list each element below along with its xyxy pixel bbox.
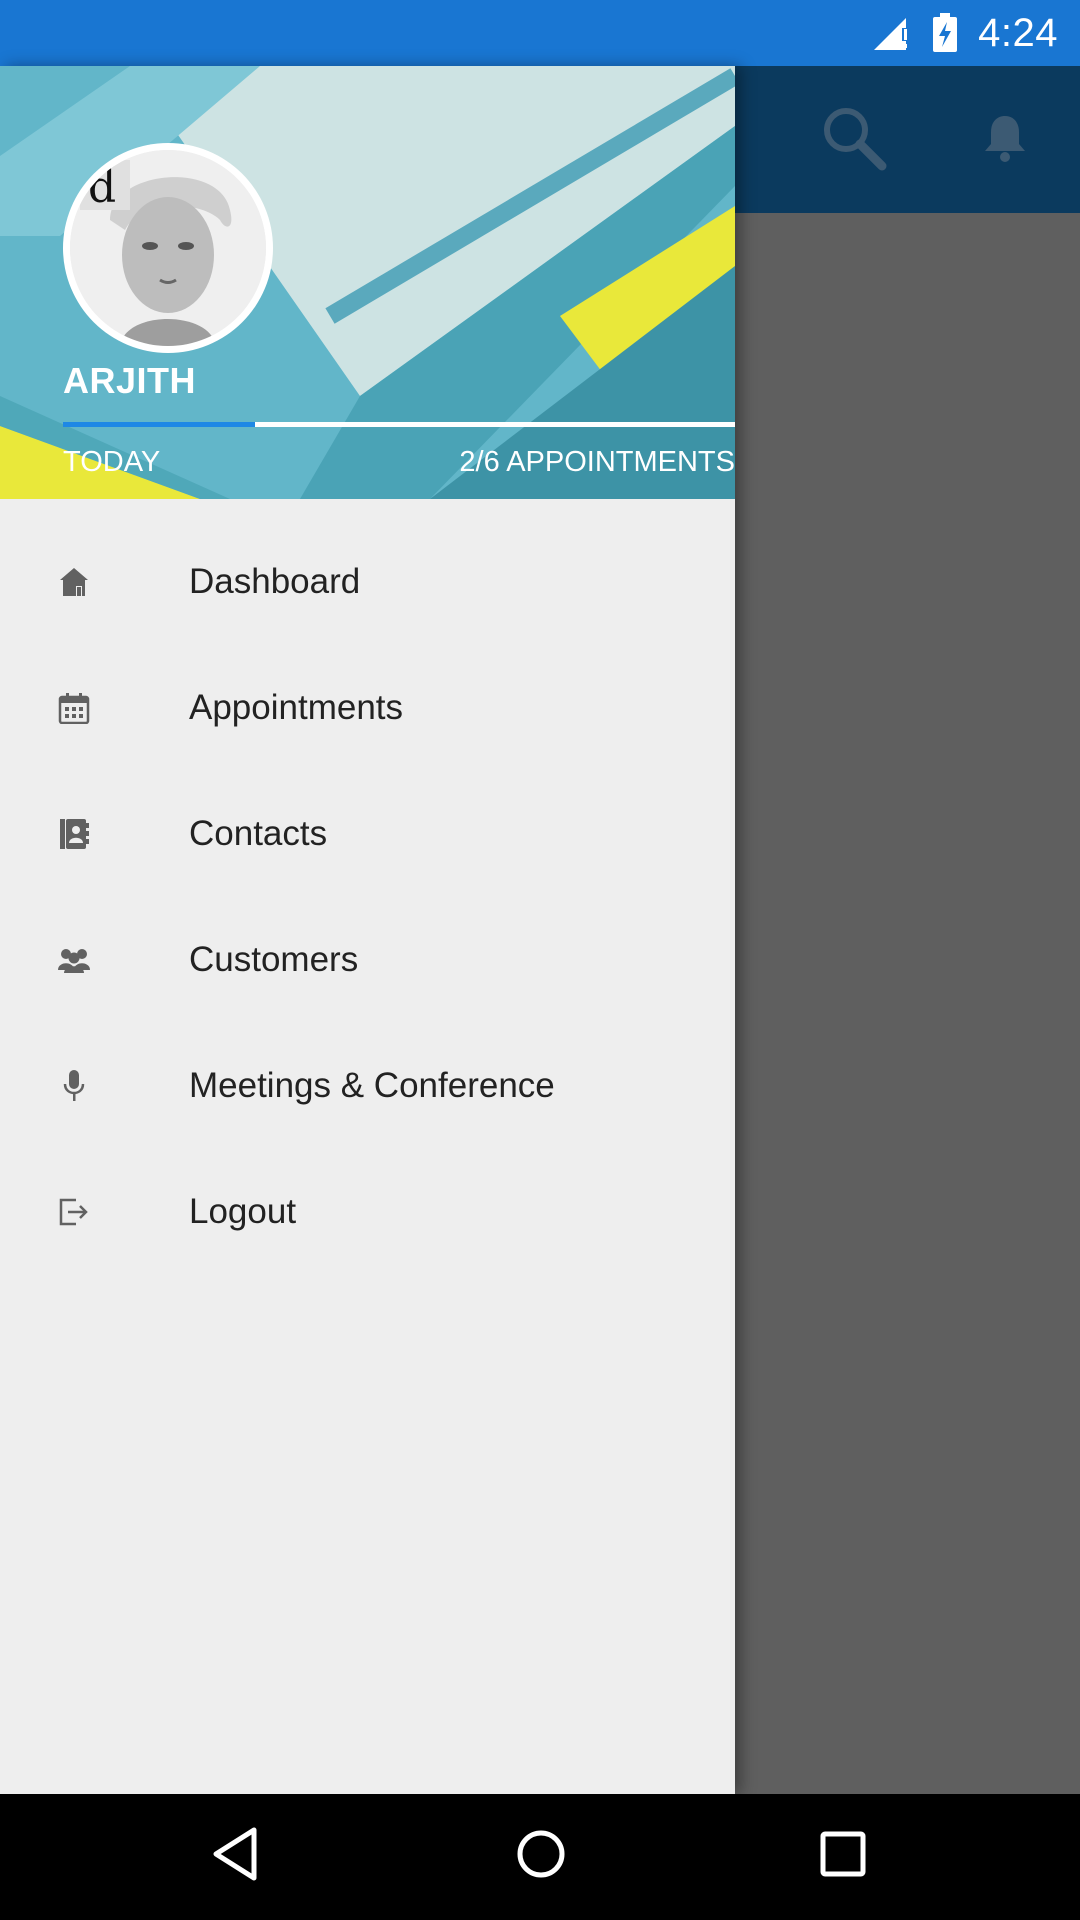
menu-item-label: Dashboard — [189, 562, 361, 601]
appointments-progress-bar — [63, 422, 735, 427]
contacts-book-icon — [56, 816, 92, 852]
back-icon[interactable] — [210, 1824, 260, 1889]
bell-icon[interactable] — [980, 112, 1030, 169]
appointments-count: 2/6 APPOINTMENTS — [459, 446, 735, 478]
status-time: 4:24 — [978, 10, 1058, 55]
user-name: ARJITH — [63, 360, 197, 401]
avatar-photo: d — [70, 150, 266, 346]
people-group-icon — [56, 942, 92, 978]
navigation-drawer: d ARJITH TODAY 2/6 APPOINTMENTS Dashboar… — [0, 66, 735, 1794]
search-icon[interactable] — [820, 104, 890, 179]
status-bar: 4:24 — [0, 0, 1080, 66]
menu-item-label: Meetings & Conference — [189, 1066, 555, 1105]
signal-alert-icon — [872, 14, 912, 52]
menu-item-dashboard[interactable]: Dashboard — [0, 519, 735, 645]
battery-charging-icon — [932, 13, 958, 53]
menu-item-label: Appointments — [189, 688, 404, 727]
system-navigation-bar — [0, 1794, 1080, 1920]
recents-square-icon[interactable] — [818, 1824, 868, 1889]
menu-item-logout[interactable]: Logout — [0, 1149, 735, 1275]
home-circle-icon[interactable] — [513, 1824, 569, 1889]
menu-item-label: Contacts — [189, 814, 328, 853]
avatar[interactable]: d — [63, 143, 273, 353]
menu-item-customers[interactable]: Customers — [0, 897, 735, 1023]
drawer-menu: Dashboard Appointments Contacts Customer… — [0, 499, 735, 1275]
calendar-icon — [56, 690, 92, 726]
menu-item-meetings-conference[interactable]: Meetings & Conference — [0, 1023, 735, 1149]
menu-item-label: Customers — [189, 940, 359, 979]
menu-item-contacts[interactable]: Contacts — [0, 771, 735, 897]
home-icon — [56, 564, 92, 600]
progress-fill — [63, 422, 255, 427]
logout-icon — [56, 1194, 92, 1230]
menu-item-label: Logout — [189, 1192, 297, 1231]
drawer-header: d ARJITH TODAY 2/6 APPOINTMENTS — [0, 66, 735, 499]
microphone-icon — [56, 1068, 92, 1104]
today-label: TODAY — [63, 446, 161, 478]
menu-item-appointments[interactable]: Appointments — [0, 645, 735, 771]
